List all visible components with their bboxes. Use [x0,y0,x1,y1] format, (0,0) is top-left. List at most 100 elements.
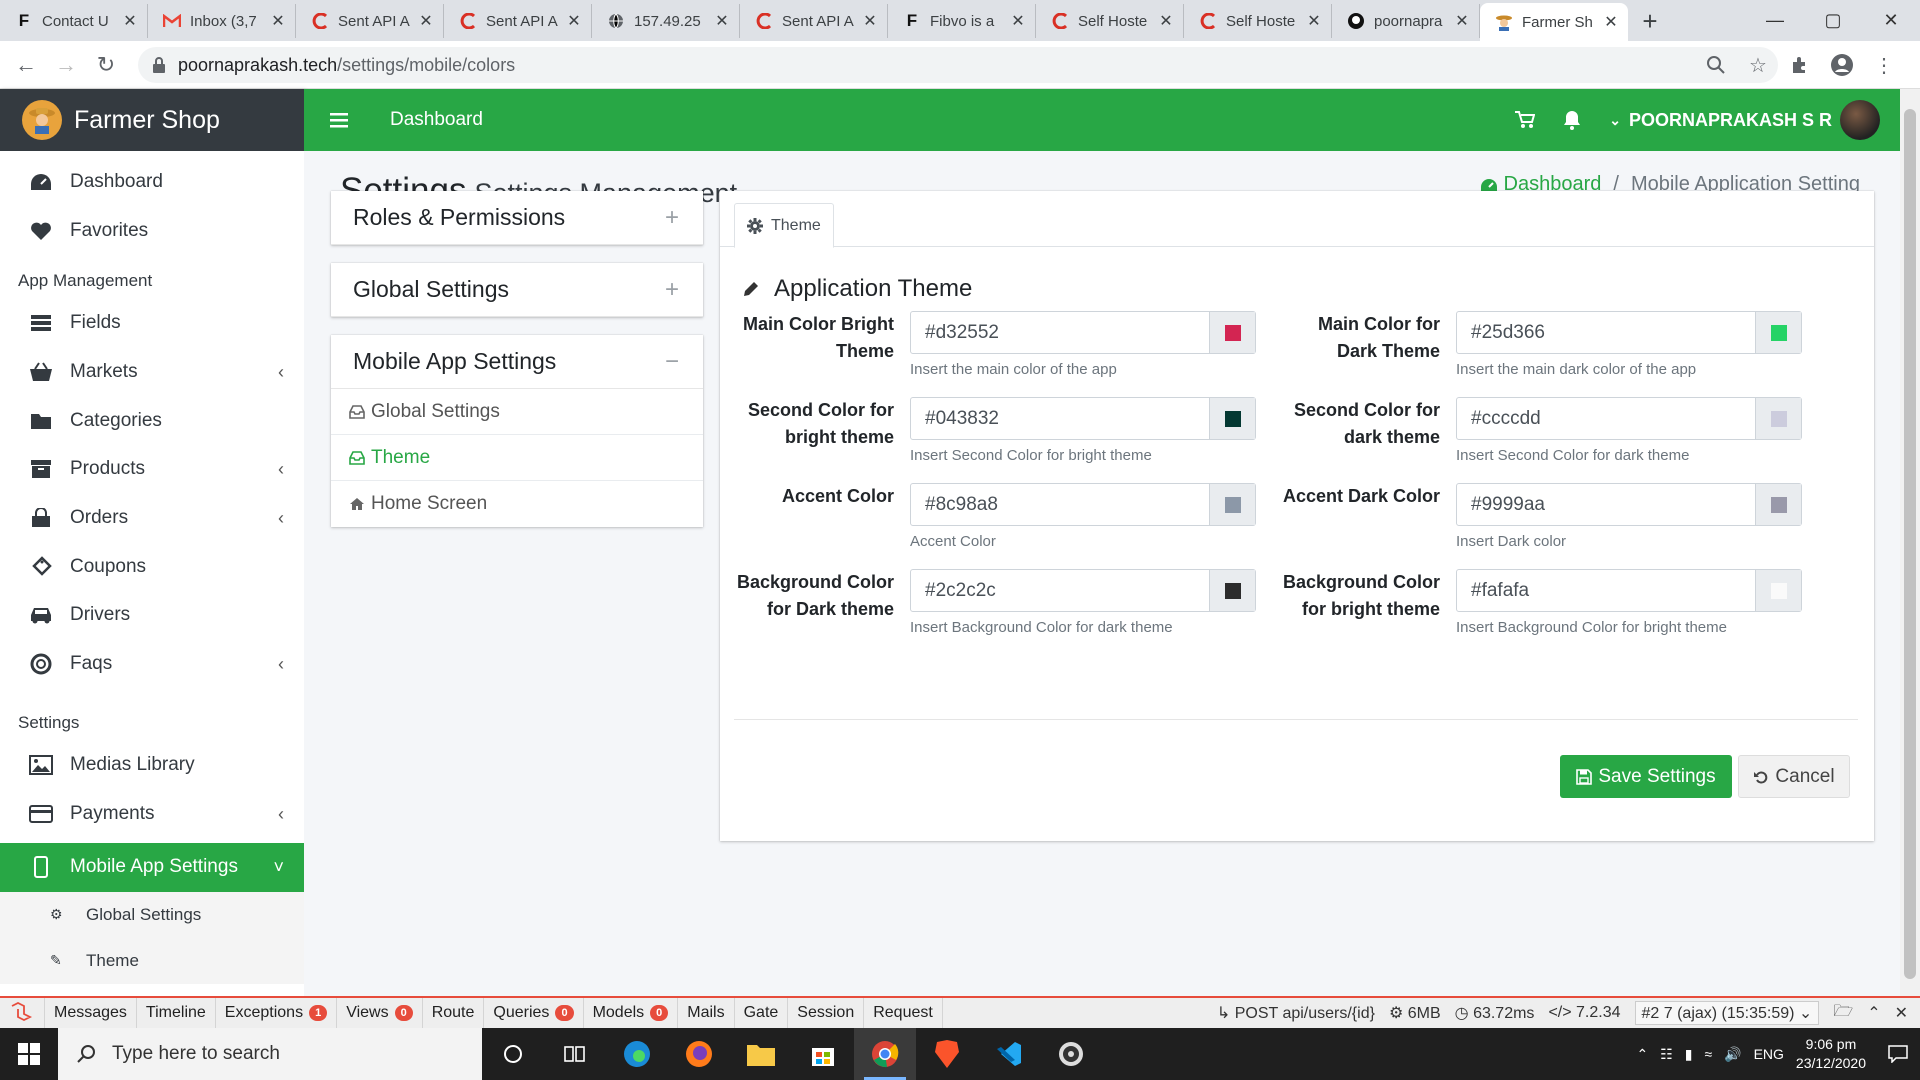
color-swatch[interactable] [1755,570,1801,611]
sidebar-item-medias-library[interactable]: Medias Library [0,741,304,790]
minimize-button[interactable]: — [1746,0,1804,40]
network-icon[interactable]: ☷ [1660,1046,1673,1063]
color-swatch[interactable] [1755,398,1801,439]
folder-open-icon[interactable]: 🗁 [1833,1000,1853,1027]
color-swatch[interactable] [1209,398,1255,439]
mobile-theme-link[interactable]: Theme [331,435,703,481]
sidebar-item-products[interactable]: Products ‹ [0,445,304,494]
color-input[interactable]: #043832 [910,397,1256,440]
debugbar-tab-messages[interactable]: Messages [45,998,137,1028]
url-input[interactable]: poornaprakash.tech/settings/mobile/color… [138,47,1778,83]
clock[interactable]: 9:06 pm 23/12/2020 [1796,1035,1866,1073]
color-input[interactable]: #25d366 [1456,311,1802,354]
new-tab-button[interactable]: + [1632,4,1668,38]
browser-tab[interactable]: poornapra ✕ [1332,4,1480,38]
sidebar-item-categories[interactable]: Categories [0,396,304,445]
windows-start-icon[interactable] [0,1028,58,1080]
browser-tab[interactable]: Sent API A ✕ [444,4,592,38]
close-tab-icon[interactable]: ✕ [1305,11,1323,31]
close-icon[interactable]: ✕ [1895,1003,1908,1023]
bookmark-star-icon[interactable]: ☆ [1740,47,1776,83]
vertical-scrollbar[interactable] [1900,89,1920,996]
sidebar-item-fields[interactable]: Fields [0,299,304,348]
close-tab-icon[interactable]: ✕ [417,11,435,31]
sidebar-item-favorites[interactable]: Favorites [0,206,304,255]
edge-icon[interactable] [606,1028,668,1080]
taskbar-search-input[interactable]: Type here to search [58,1028,482,1080]
browser-tab[interactable]: F Fibvo is a ✕ [888,4,1036,38]
browser-tab[interactable]: Inbox (3,7 ✕ [148,4,296,38]
debugbar-tab-gate[interactable]: Gate [735,998,789,1028]
reload-button[interactable]: ↻ [86,45,126,85]
sidebar-item-coupons[interactable]: Coupons [0,542,304,591]
maximize-button[interactable]: ▢ [1804,0,1862,40]
wifi-icon[interactable]: ≈ [1704,1046,1712,1062]
global-settings-header[interactable]: Global Settings + [331,263,703,317]
close-tab-icon[interactable]: ✕ [861,11,879,31]
scrollbar-thumb[interactable] [1904,109,1916,979]
close-tab-icon[interactable]: ✕ [1453,11,1471,31]
menu-kebab-icon[interactable]: ⋮ [1866,47,1902,83]
browser-tab[interactable]: Self Hoste ✕ [1036,4,1184,38]
close-tab-icon[interactable]: ✕ [121,11,139,31]
chevron-up-icon[interactable]: ⌃ [1867,1003,1880,1023]
user-menu[interactable]: ⌄ POORNAPRAKASH S R [1609,100,1880,140]
browser-tab[interactable]: Sent API A ✕ [296,4,444,38]
sidebar-subitem-global-settings[interactable]: ⚙ Global Settings [0,891,304,938]
store-icon[interactable] [792,1028,854,1080]
close-tab-icon[interactable]: ✕ [713,11,731,31]
browser-tab[interactable]: Self Hoste ✕ [1184,4,1332,38]
debugbar-route[interactable]: ↳ POST api/users/{id} [1217,1003,1375,1023]
color-input[interactable]: #d32552 [910,311,1256,354]
sidebar-item-drivers[interactable]: Drivers [0,591,304,640]
forward-button[interactable]: → [46,45,86,85]
save-settings-button[interactable]: Save Settings [1560,755,1732,798]
color-swatch[interactable] [1755,312,1801,353]
battery-icon[interactable]: ▮ [1685,1046,1693,1063]
extensions-icon[interactable] [1782,47,1818,83]
close-tab-icon[interactable]: ✕ [1157,11,1175,31]
profile-icon[interactable] [1824,47,1860,83]
obs-icon[interactable] [1040,1028,1102,1080]
vscode-icon[interactable] [978,1028,1040,1080]
close-window-button[interactable]: ✕ [1862,0,1920,40]
color-input[interactable]: #fafafa [1456,569,1802,612]
notification-icon[interactable] [1888,1045,1908,1063]
close-tab-icon[interactable]: ✕ [1009,11,1027,31]
cart-icon[interactable] [1515,111,1536,129]
debugbar-tab-request[interactable]: Request [864,998,943,1028]
color-input[interactable]: #2c2c2c [910,569,1256,612]
browser-tab[interactable]: F Contact U ✕ [0,4,148,38]
color-swatch[interactable] [1209,570,1255,611]
color-input[interactable]: #9999aa [1456,483,1802,526]
debugbar-request-select[interactable]: #2 7 (ajax) (15:35:59) ⌄ [1634,1001,1820,1025]
sidebar-item-payments[interactable]: Payments ‹ [0,790,304,839]
language-indicator[interactable]: ENG [1754,1046,1784,1062]
bell-icon[interactable] [1563,110,1581,130]
task-view-icon[interactable] [544,1028,606,1080]
mobile-home-screen-link[interactable]: Home Screen [331,481,703,527]
browser-tab[interactable]: Sent API A ✕ [740,4,888,38]
browser-tab[interactable]: 157.49.25 ✕ [592,4,740,38]
debugbar-tab-exceptions[interactable]: Exceptions 1 [216,998,338,1028]
hamburger-menu-icon[interactable] [330,112,360,128]
close-tab-icon[interactable]: ✕ [269,11,287,31]
sidebar-item-faqs[interactable]: Faqs ‹ [0,640,304,689]
cancel-button[interactable]: Cancel [1738,755,1850,798]
firefox-icon[interactable] [668,1028,730,1080]
debugbar-tab-route[interactable]: Route [423,998,485,1028]
sidebar-item-markets[interactable]: Markets ‹ [0,348,304,397]
brand[interactable]: Farmer Shop [0,89,304,151]
sidebar-item-mobile-app-settings[interactable]: Mobile App Settings ˅ [0,842,304,892]
chevron-up-icon[interactable]: ⌃ [1636,1046,1648,1063]
close-tab-icon[interactable]: ✕ [1602,12,1620,32]
brave-icon[interactable] [916,1028,978,1080]
tab-theme[interactable]: Theme [734,203,834,248]
mobile-app-settings-header[interactable]: Mobile App Settings − [331,335,703,389]
roles-permissions-header[interactable]: Roles & Permissions + [331,191,703,245]
debugbar-tab-queries[interactable]: Queries 0 [484,998,584,1028]
color-swatch[interactable] [1209,484,1255,525]
debugbar-tab-views[interactable]: Views 0 [337,998,423,1028]
back-button[interactable]: ← [6,45,46,85]
cortana-icon[interactable] [482,1028,544,1080]
